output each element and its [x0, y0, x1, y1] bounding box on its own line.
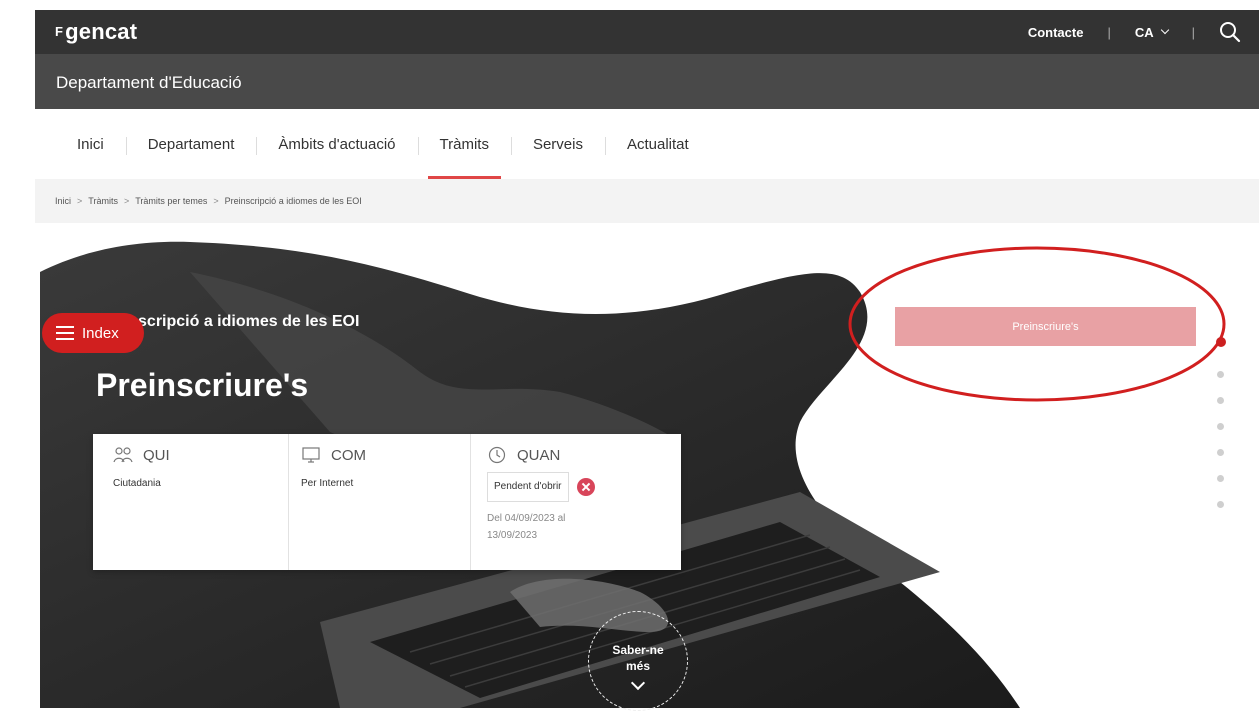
learn-more-label-2: més — [625, 659, 651, 673]
how-label: COM — [331, 446, 366, 464]
department-bar: Departament d'Educació — [35, 54, 1259, 109]
language-selector[interactable]: CA — [1134, 24, 1169, 40]
index-button[interactable]: Index — [42, 313, 144, 353]
learn-more-label-1: Saber-ne — [612, 643, 664, 657]
breadcrumb-separator: > — [213, 196, 219, 206]
clock-icon — [487, 446, 507, 464]
section-dot[interactable] — [1217, 397, 1224, 404]
breadcrumb-current: Preinscripció a idiomes de les EOI — [224, 196, 362, 206]
language-label: CA — [1134, 24, 1154, 40]
gencat-mark-icon: F — [55, 24, 64, 39]
department-title[interactable]: Departament d'Educació — [56, 73, 242, 93]
monitor-icon — [301, 446, 321, 464]
status-badge: Pendent d'obrir — [487, 472, 569, 502]
section-dot-active[interactable] — [1216, 337, 1226, 347]
page-title: Preinscriure's — [96, 367, 309, 403]
learn-more-button[interactable]: Saber-ne més — [588, 611, 688, 711]
nav-item-tramits[interactable]: Tràmits — [417, 136, 511, 179]
people-icon — [113, 446, 133, 464]
divider: | — [1191, 24, 1195, 40]
index-label: Index — [82, 324, 119, 342]
chevron-down-icon — [1160, 25, 1169, 35]
who-label: QUI — [143, 446, 170, 464]
top-bar: Fgencat Contacte | CA | — [35, 10, 1259, 54]
breadcrumb-separator: > — [123, 196, 130, 206]
section-dot[interactable] — [1217, 449, 1224, 456]
how-value: Per Internet — [301, 478, 354, 489]
main-nav: Inici Departament Àmbits d'actuació Tràm… — [35, 109, 1259, 179]
breadcrumb: Inici > Tràmits > Tràmits per temes > Pr… — [35, 179, 1259, 223]
breadcrumb-item[interactable]: Tràmits — [88, 196, 118, 206]
date-range: Del 04/09/2023 al 13/09/2023 — [487, 513, 566, 541]
info-how: COM Per Internet — [288, 434, 470, 570]
preinscribe-button[interactable]: Preinscriure's — [895, 307, 1196, 346]
menu-icon — [56, 326, 74, 340]
search-icon[interactable] — [1219, 21, 1241, 43]
breadcrumb-item[interactable]: Tràmits per temes — [135, 196, 207, 206]
when-label: QUAN — [517, 446, 561, 464]
divider: | — [1107, 24, 1111, 40]
section-dot[interactable] — [1217, 423, 1224, 430]
close-circle-icon — [576, 478, 595, 496]
info-who: QUI Ciutadania — [93, 434, 288, 570]
breadcrumb-item[interactable]: Inici — [55, 196, 71, 206]
logo-text: gencat — [65, 19, 138, 44]
info-card: QUI Ciutadania COM Per Internet QUAN Pen… — [93, 434, 681, 570]
breadcrumb-separator: > — [77, 196, 83, 206]
section-dot[interactable] — [1217, 371, 1224, 378]
nav-item-actualitat[interactable]: Actualitat — [604, 136, 711, 155]
contact-link[interactable]: Contacte — [1028, 25, 1084, 40]
nav-item-inici[interactable]: Inici — [77, 136, 126, 153]
section-dot[interactable] — [1217, 501, 1224, 508]
nav-item-serveis[interactable]: Serveis — [510, 136, 605, 155]
who-value: Ciutadania — [113, 478, 161, 489]
gencat-logo[interactable]: Fgencat — [55, 19, 137, 45]
nav-item-ambits[interactable]: Àmbits d'actuació — [256, 136, 417, 155]
top-actions: Contacte | CA | — [1028, 10, 1241, 54]
info-when: QUAN Pendent d'obrir Del 04/09/2023 al 1… — [470, 434, 681, 570]
section-dot[interactable] — [1217, 475, 1224, 482]
chevron-down-icon — [630, 675, 646, 691]
nav-item-departament[interactable]: Departament — [125, 136, 257, 155]
